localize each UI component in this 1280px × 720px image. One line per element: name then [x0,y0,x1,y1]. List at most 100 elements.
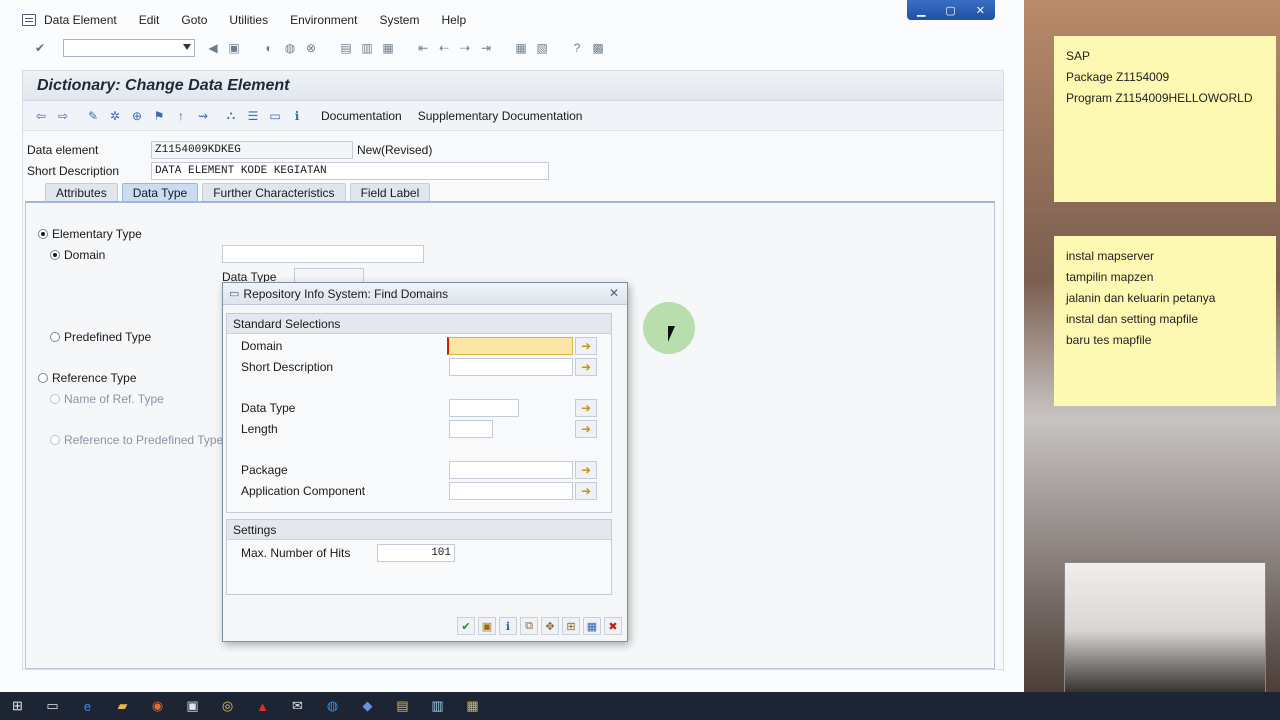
file-explorer-icon[interactable]: ▰ [105,692,140,720]
print-icon[interactable]: ▤ [338,40,354,56]
menu-utilities[interactable]: Utilities [229,13,268,27]
domain-multiple-selection-button[interactable]: ➜ [575,337,597,355]
dialog-close-icon[interactable]: ✕ [607,286,621,300]
notes-icon[interactable]: ▤ [385,692,420,720]
max-hits-input[interactable]: 101 [377,544,455,562]
find-icon[interactable]: ▥ [359,40,375,56]
length-multiple-selection-button[interactable]: ➜ [575,420,597,438]
table-button[interactable]: ▦ [583,617,601,635]
package-input[interactable] [449,461,573,479]
edge-icon[interactable]: e [70,692,105,720]
enter-icon[interactable]: ✔ [32,40,48,56]
application-component-input[interactable] [449,482,573,500]
note1-line-3: Program Z1154009HELLOWORLD [1066,91,1253,105]
where-used-icon[interactable]: ↑ [173,108,189,124]
chevron-down-icon[interactable] [183,44,191,50]
check-icon[interactable]: ⊕ [129,108,145,124]
save-icon[interactable]: ▣ [226,40,242,56]
data-type-label: Data Type [241,401,296,415]
screen-icon[interactable]: ▭ [267,108,283,124]
help-icon[interactable]: ? [569,40,585,56]
tab-data-type[interactable]: Data Type [121,183,199,203]
length-input[interactable] [449,420,493,438]
shortcut-icon[interactable]: ▧ [534,40,550,56]
firefox-icon[interactable]: ◉ [140,692,175,720]
new-session-icon[interactable]: ▦ [513,40,529,56]
options-icon: ✥ [545,620,555,633]
first-page-icon[interactable]: ⇤ [415,40,431,56]
exit-icon[interactable]: ◍ [282,40,298,56]
last-page-icon[interactable]: ⇥ [478,40,494,56]
application-component-multiple-selection-button[interactable]: ➜ [575,482,597,500]
command-field[interactable] [63,39,195,57]
domain-option[interactable]: Domain [50,248,105,262]
domain-field[interactable] [222,245,424,263]
supplementary-documentation-button[interactable]: Supplementary Documentation [418,109,583,123]
cancel-button[interactable]: ✖ [604,617,622,635]
predefined-type-option[interactable]: Predefined Type [50,330,151,344]
menu-data-element[interactable]: Data Element [44,13,117,27]
navigate-icon[interactable]: ⇝ [195,108,211,124]
back-arrow-icon[interactable]: ⇦ [33,108,49,124]
radio-predefined-type[interactable] [50,332,60,342]
menu-help[interactable]: Help [441,13,466,27]
documentation-button[interactable]: Documentation [321,109,402,123]
tab-further-characteristics[interactable]: Further Characteristics [202,183,346,203]
minimize-icon[interactable]: ▁ [917,4,925,17]
radio-reference-type[interactable] [38,373,48,383]
data-type-input[interactable] [449,399,519,417]
task-view-icon[interactable]: ▭ [35,692,70,720]
stack-icon[interactable]: ☰ [245,108,261,124]
next-page-icon[interactable]: ⇢ [457,40,473,56]
more-selections-button[interactable]: ⊞ [562,617,580,635]
skype-icon[interactable]: ◍ [315,692,350,720]
back-nav-icon[interactable]: ◐ [261,40,277,56]
sap-logon-icon[interactable]: ▦ [455,692,490,720]
execute-button[interactable]: ✔ [457,617,475,635]
chrome-icon[interactable]: ◎ [210,692,245,720]
info-icon[interactable]: ℹ [289,108,305,124]
notepad-icon[interactable]: ▥ [420,692,455,720]
ref-predefined-option: Reference to Predefined Type [50,433,223,447]
short-description-input[interactable] [449,358,573,376]
tab-attributes[interactable]: Attributes [45,183,118,203]
short-description-multiple-selection-button[interactable]: ➜ [575,358,597,376]
arrow-right-icon: ➜ [580,484,592,498]
reference-type-option[interactable]: Reference Type [38,371,137,385]
visual-studio-icon[interactable]: ◆ [350,692,385,720]
layout-icon[interactable]: ▩ [590,40,606,56]
radio-elementary-type[interactable] [38,229,48,239]
activate-icon[interactable]: ⚑ [151,108,167,124]
data-type-multiple-selection-button[interactable]: ➜ [575,399,597,417]
store-icon[interactable]: ▣ [175,692,210,720]
menu-system[interactable]: System [379,13,419,27]
search-options-button[interactable]: ✥ [541,617,559,635]
hierarchy-icon[interactable]: ⛬ [223,108,239,124]
maximize-icon[interactable]: ▢ [945,4,955,17]
menu-environment[interactable]: Environment [290,13,357,27]
short-description-field[interactable]: DATA ELEMENT KODE KEGIATAN [151,162,549,180]
menu-edit[interactable]: Edit [139,13,160,27]
tab-field-label[interactable]: Field Label [349,183,431,203]
save-variant-button[interactable]: ▣ [478,617,496,635]
mail-icon[interactable]: ✉ [280,692,315,720]
radio-domain[interactable] [50,250,60,260]
edit-icon[interactable]: ✎ [85,108,101,124]
menu-goto[interactable]: Goto [181,13,207,27]
prev-page-icon[interactable]: ⇠ [436,40,452,56]
start-icon[interactable]: ⊞ [0,692,35,720]
data-element-field[interactable]: Z1154009KDKEG [151,141,353,159]
package-multiple-selection-button[interactable]: ➜ [575,461,597,479]
find-next-icon[interactable]: ▦ [380,40,396,56]
forward-arrow-icon[interactable]: ⇨ [55,108,71,124]
domain-input[interactable] [447,337,573,355]
elementary-type-option[interactable]: Elementary Type [38,227,142,241]
multiple-selection-button[interactable]: ⧉ [520,617,538,635]
cancel-icon[interactable]: ⊗ [303,40,319,56]
close-icon[interactable]: ✕ [976,4,985,17]
back-icon[interactable]: ◀ [205,40,221,56]
info-button[interactable]: ℹ [499,617,517,635]
display-change-icon[interactable]: ✲ [107,108,123,124]
acrobat-icon[interactable]: ▲ [245,692,280,720]
menu-icon[interactable] [22,14,36,26]
